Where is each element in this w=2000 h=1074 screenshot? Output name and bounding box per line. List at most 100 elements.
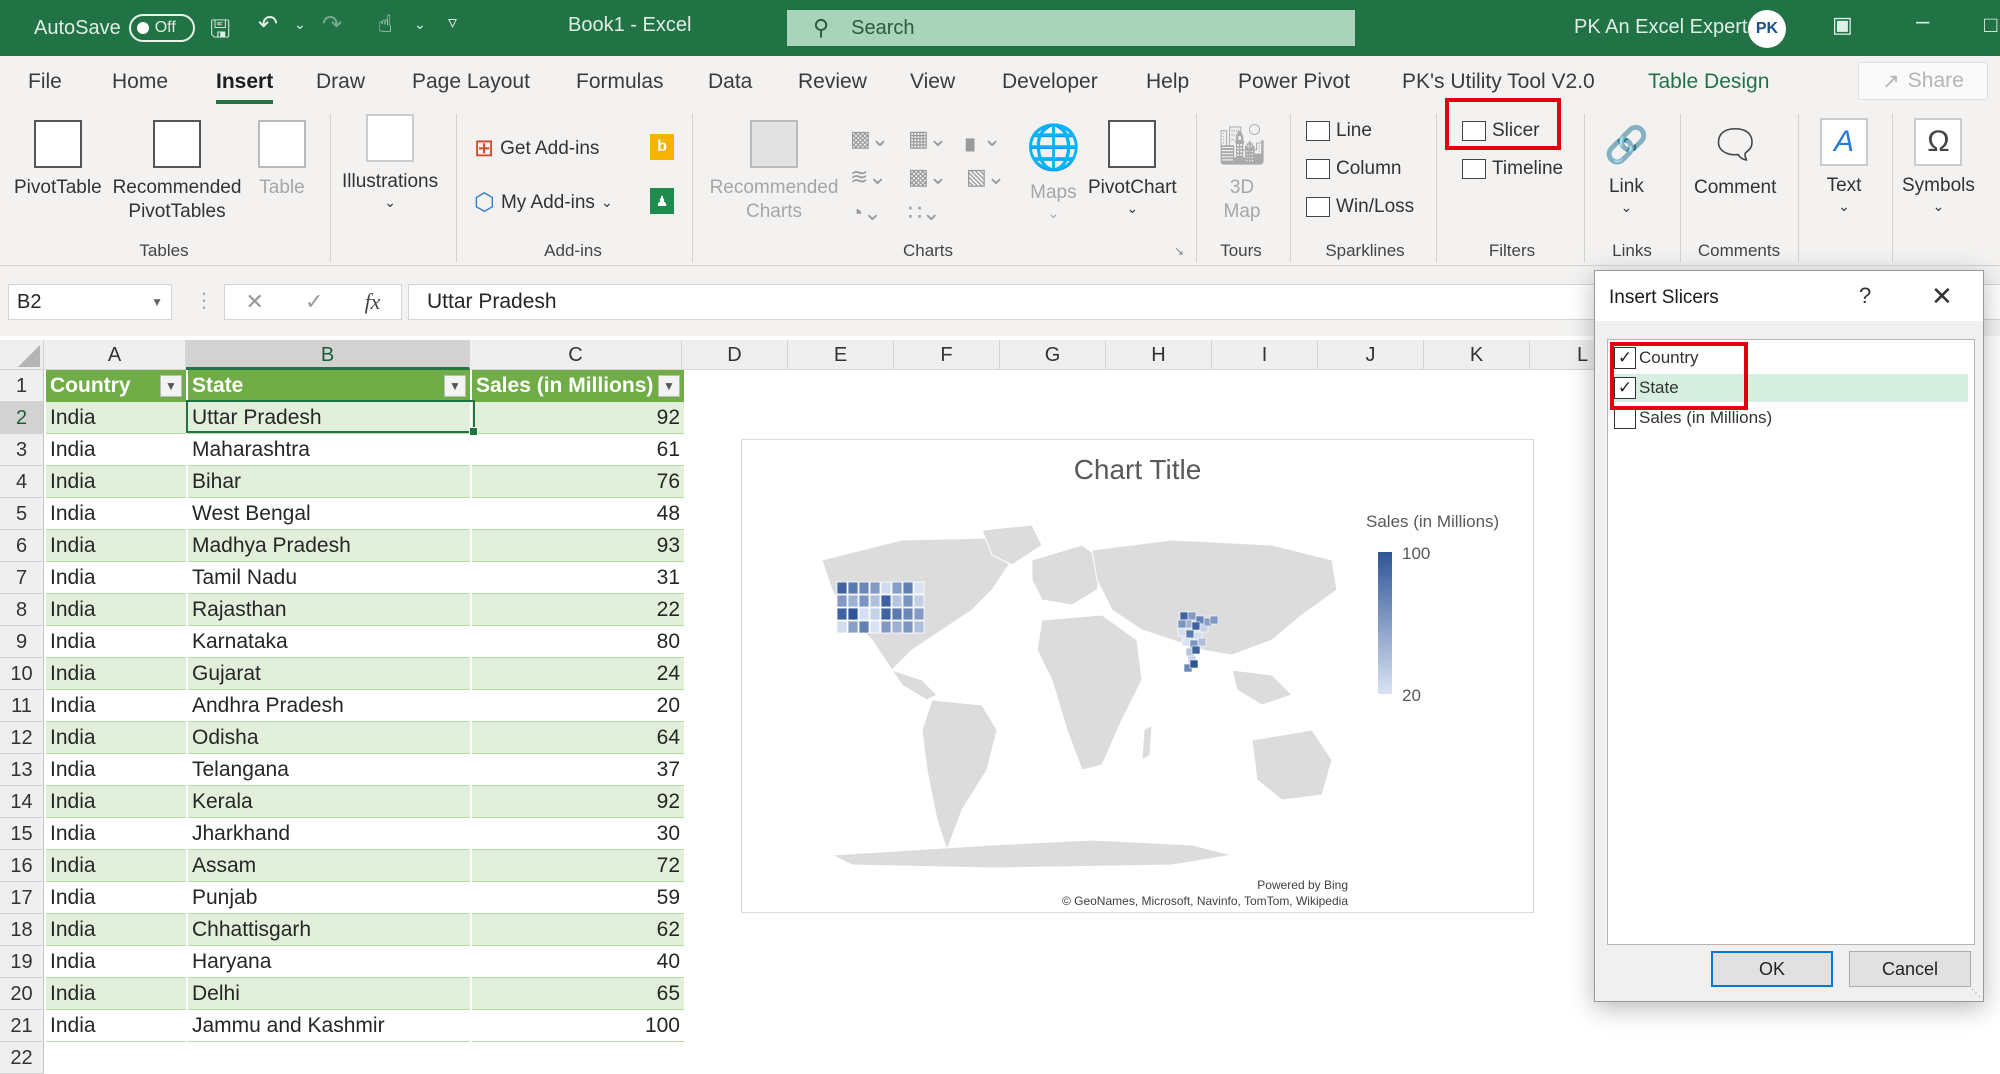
row-header-10[interactable]: 10: [0, 658, 44, 690]
minimize-icon[interactable]: –: [1916, 8, 1929, 36]
autosave[interactable]: AutoSave Off: [34, 14, 195, 42]
row-header-1[interactable]: 1: [0, 370, 44, 402]
cell-sales[interactable]: 62: [472, 914, 684, 946]
cell-state[interactable]: Punjab: [188, 882, 470, 914]
row-header-22[interactable]: 22: [0, 1042, 44, 1074]
redo-icon[interactable]: ↷: [322, 10, 342, 39]
combo-chart-icon[interactable]: ▧⌄: [966, 164, 1005, 190]
illustrations-button[interactable]: Illustrations ⌄: [342, 114, 438, 211]
row-header-7[interactable]: 7: [0, 562, 44, 594]
table-header-cell[interactable]: State: [188, 370, 470, 402]
pivottable-button[interactable]: PivotTable: [14, 120, 102, 200]
column-header-d[interactable]: D: [682, 340, 788, 370]
cell-country[interactable]: India: [46, 786, 186, 818]
row-header-21[interactable]: 21: [0, 1010, 44, 1042]
cell-sales[interactable]: 65: [472, 978, 684, 1010]
tab-review[interactable]: Review: [798, 70, 867, 94]
table-header-cell[interactable]: Sales (in Millions): [472, 370, 684, 402]
avatar[interactable]: PK: [1748, 10, 1786, 48]
insert-function-icon[interactable]: fx: [365, 289, 381, 315]
pivotchart-button[interactable]: PivotChart ⌄: [1088, 120, 1177, 217]
cell-sales[interactable]: 76: [472, 466, 684, 498]
row-header-2[interactable]: 2: [0, 402, 44, 434]
people-graph-icon[interactable]: ♟: [650, 188, 674, 214]
help-button[interactable]: ?: [1859, 283, 1871, 309]
my-addins-button[interactable]: ⬡ My Add-ins ⌄: [474, 188, 613, 217]
row-header-3[interactable]: 3: [0, 434, 44, 466]
sparkline-column-button[interactable]: Column: [1306, 158, 1401, 180]
row-header-6[interactable]: 6: [0, 530, 44, 562]
column-header-c[interactable]: C: [470, 340, 682, 370]
customize-qat-icon[interactable]: ▿: [448, 12, 457, 33]
cell-sales[interactable]: 48: [472, 498, 684, 530]
cell-country[interactable]: India: [46, 978, 186, 1010]
cell-country[interactable]: India: [46, 402, 186, 434]
cell-state[interactable]: Odisha: [188, 722, 470, 754]
row-header-13[interactable]: 13: [0, 754, 44, 786]
ok-button[interactable]: OK: [1711, 951, 1833, 987]
tab-developer[interactable]: Developer: [1002, 70, 1098, 94]
cell-country[interactable]: India: [46, 690, 186, 722]
cell-country[interactable]: India: [46, 562, 186, 594]
filter-dropdown-icon[interactable]: ▼: [444, 375, 466, 397]
row-header-15[interactable]: 15: [0, 818, 44, 850]
cell-country[interactable]: India: [46, 754, 186, 786]
cell-sales[interactable]: 31: [472, 562, 684, 594]
touch-mode-icon[interactable]: ☝: [378, 10, 393, 39]
cell-sales[interactable]: 24: [472, 658, 684, 690]
tab-insert[interactable]: Insert: [216, 70, 274, 104]
chart-title[interactable]: Chart Title: [742, 454, 1533, 486]
row-header-17[interactable]: 17: [0, 882, 44, 914]
close-icon[interactable]: ✕: [1931, 281, 1953, 312]
cell-state[interactable]: Rajasthan: [188, 594, 470, 626]
cell-sales[interactable]: 59: [472, 882, 684, 914]
autosave-toggle[interactable]: Off: [128, 14, 195, 42]
column-header-a[interactable]: A: [44, 340, 186, 370]
row-header-4[interactable]: 4: [0, 466, 44, 498]
cell-state[interactable]: Bihar: [188, 466, 470, 498]
link-button[interactable]: 🔗 Link ⌄: [1604, 122, 1649, 216]
row-header-20[interactable]: 20: [0, 978, 44, 1010]
maps-button[interactable]: 🌐 Maps ⌄: [1026, 120, 1081, 222]
cell-state[interactable]: Karnataka: [188, 626, 470, 658]
row-header-12[interactable]: 12: [0, 722, 44, 754]
cell-country[interactable]: India: [46, 498, 186, 530]
column-header-i[interactable]: I: [1212, 340, 1318, 370]
row-header-18[interactable]: 18: [0, 914, 44, 946]
touch-dropdown-icon[interactable]: ⌄: [414, 16, 426, 33]
timeline-button[interactable]: Timeline: [1462, 158, 1563, 180]
resize-grip-icon[interactable]: ⋱: [1971, 988, 1981, 999]
cell-sales[interactable]: 61: [472, 434, 684, 466]
tab-home[interactable]: Home: [112, 70, 168, 94]
save-icon[interactable]: 🖫: [210, 12, 230, 53]
cell-state[interactable]: Gujarat: [188, 658, 470, 690]
cell-state[interactable]: Tamil Nadu: [188, 562, 470, 594]
statistic-chart-icon[interactable]: ▩⌄: [908, 164, 947, 190]
cell-country[interactable]: India: [46, 658, 186, 690]
table-button[interactable]: Table: [258, 120, 306, 200]
cell-country[interactable]: India: [46, 530, 186, 562]
cell-state[interactable]: Haryana: [188, 946, 470, 978]
cell-state[interactable]: Telangana: [188, 754, 470, 786]
search-box[interactable]: ⚲ Search: [787, 10, 1355, 46]
cell-state[interactable]: Andhra Pradesh: [188, 690, 470, 722]
waterfall-chart-icon[interactable]: ▖⌄: [966, 126, 1001, 152]
tab-table-design[interactable]: Table Design: [1648, 70, 1769, 94]
undo-dropdown-icon[interactable]: ⌄: [294, 16, 306, 33]
column-chart-icon[interactable]: ▩⌄: [850, 126, 889, 152]
column-header-b[interactable]: B: [186, 340, 470, 370]
cell-country[interactable]: India: [46, 466, 186, 498]
line-chart-icon[interactable]: ≋⌄: [850, 164, 887, 190]
cell-state[interactable]: West Bengal: [188, 498, 470, 530]
cell-sales[interactable]: 30: [472, 818, 684, 850]
cell-sales[interactable]: 40: [472, 946, 684, 978]
recommended-pivottables-button[interactable]: Recommended PivotTables: [112, 120, 242, 224]
tab-power-pivot[interactable]: Power Pivot: [1238, 70, 1350, 94]
cell-country[interactable]: India: [46, 722, 186, 754]
tab-help[interactable]: Help: [1146, 70, 1189, 94]
cancel-button[interactable]: Cancel: [1849, 951, 1971, 987]
row-header-19[interactable]: 19: [0, 946, 44, 978]
confirm-entry-icon[interactable]: ✓: [305, 289, 323, 315]
column-header-e[interactable]: E: [788, 340, 894, 370]
bing-icon[interactable]: b: [650, 134, 674, 160]
